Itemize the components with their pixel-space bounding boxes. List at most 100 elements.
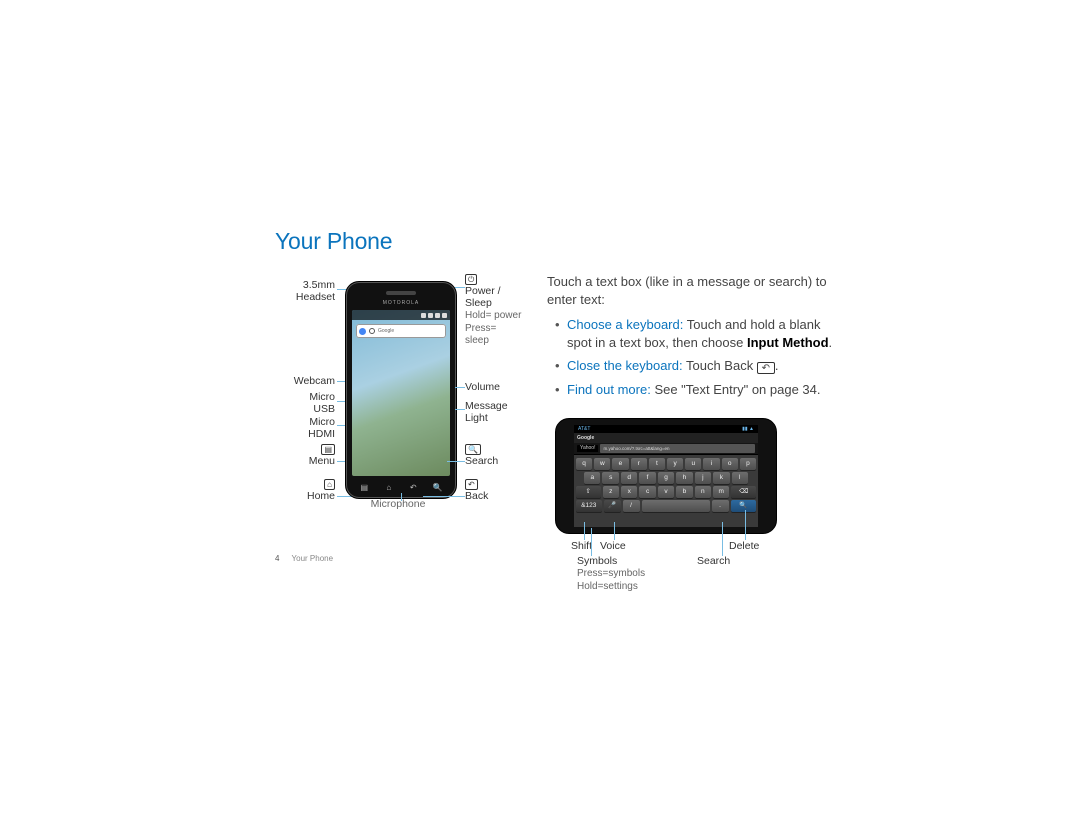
search-icon xyxy=(369,328,375,334)
key-a: a xyxy=(584,472,600,484)
label-search: 🔍 Search xyxy=(465,443,498,467)
kbd-row-2: a s d f g h j k l xyxy=(576,472,756,484)
leader-line xyxy=(722,522,723,556)
phone-earpiece xyxy=(386,291,416,295)
key-d: d xyxy=(621,472,637,484)
leader-line xyxy=(584,522,585,540)
two-column-layout: 3.5mm Headset Webcam Micro USB Micro HDM… xyxy=(275,273,845,588)
label-microphone: Microphone xyxy=(363,498,433,510)
browser-chrome: Google xyxy=(574,433,758,443)
text-column: Touch a text box (like in a message or s… xyxy=(547,273,845,588)
phone-brand: MOTOROLA xyxy=(346,300,456,306)
label-home: ⌂ Home xyxy=(275,478,335,502)
phone-screen-horizontal: AT&T▮▮ ▲ Google Yahoo! m.yahoo.com/?.tsr… xyxy=(574,425,758,527)
klabel-search: Search xyxy=(697,555,730,567)
bullet-choose-keyboard: Choose a keyboard: Touch and hold a blan… xyxy=(557,316,845,351)
label-micro-usb: Micro USB xyxy=(275,391,335,415)
onscreen-keyboard: q w e r t y u i o p xyxy=(574,455,758,527)
klabel-voice: Voice xyxy=(600,540,626,552)
label-message-light: Message Light xyxy=(465,400,508,424)
google-icon xyxy=(359,328,366,335)
search-icon: 🔍 xyxy=(465,444,481,455)
key-c: c xyxy=(639,486,655,498)
kbd-row-3: ⇧ z x c v b n m ⌫ xyxy=(576,486,756,498)
bullet-list: Choose a keyboard: Touch and hold a blan… xyxy=(547,316,845,398)
page-number: 4 xyxy=(275,554,279,563)
key-n: n xyxy=(695,486,711,498)
key-p: p xyxy=(740,458,756,470)
leader-line xyxy=(745,510,746,540)
keyboard-diagram: AT&T▮▮ ▲ Google Yahoo! m.yahoo.com/?.tsr… xyxy=(547,418,785,588)
key-l: l xyxy=(732,472,748,484)
key-shift: ⇧ xyxy=(576,486,601,498)
key-t: t xyxy=(649,458,665,470)
back-icon: ↶ xyxy=(465,479,478,490)
nav-menu-icon: ▤ xyxy=(356,483,372,492)
label-menu: ▤ Menu xyxy=(275,443,335,467)
nav-search-icon: 🔍 xyxy=(430,483,446,492)
key-v: v xyxy=(658,486,674,498)
label-back: ↶ Back xyxy=(465,478,488,502)
label-headset: 3.5mm Headset xyxy=(275,279,335,303)
key-e: e xyxy=(612,458,628,470)
key-slash: / xyxy=(623,500,640,512)
nav-back-icon: ↶ xyxy=(405,483,421,492)
key-symbols: &123 xyxy=(576,500,602,512)
leader-line xyxy=(455,409,465,410)
phone-nav-buttons: ▤ ⌂ ↶ 🔍 xyxy=(352,480,450,494)
key-j: j xyxy=(695,472,711,484)
page-footer: 4 Your Phone xyxy=(275,554,333,563)
intro-text: Touch a text box (like in a message or s… xyxy=(547,273,845,308)
home-icon: ⌂ xyxy=(324,479,335,490)
url-input: m.yahoo.com/?.tsrc=att&lang=en xyxy=(600,444,755,453)
key-w: w xyxy=(594,458,610,470)
leader-line xyxy=(447,461,465,462)
browser-tab: Yahoo! xyxy=(577,445,598,452)
nav-home-icon: ⌂ xyxy=(381,483,397,492)
bullet-close-keyboard: Close the keyboard: Touch Back ↶. xyxy=(557,357,845,375)
power-icon: ⏻ xyxy=(465,274,477,285)
label-webcam: Webcam xyxy=(275,375,335,387)
key-y: y xyxy=(667,458,683,470)
key-mic: 🎤 xyxy=(604,500,621,512)
key-x: x xyxy=(621,486,637,498)
key-space xyxy=(642,500,710,512)
key-q: q xyxy=(576,458,592,470)
klabel-symbols: Symbols Press=symbols Hold=settings xyxy=(577,555,645,592)
menu-icon: ▤ xyxy=(321,444,335,455)
key-m: m xyxy=(713,486,729,498)
key-search: 🔍 xyxy=(731,500,757,512)
key-r: r xyxy=(631,458,647,470)
back-key-icon: ↶ xyxy=(757,362,775,374)
key-i: i xyxy=(703,458,719,470)
manual-page: Your Phone 3.5mm Headset Webcam Micro US… xyxy=(275,228,845,588)
key-g: g xyxy=(658,472,674,484)
key-h: h xyxy=(676,472,692,484)
key-u: u xyxy=(685,458,701,470)
leader-line xyxy=(591,528,592,556)
phone-search-widget: Google xyxy=(356,324,446,338)
key-s: s xyxy=(602,472,618,484)
phone-statusbar xyxy=(352,310,450,320)
leader-line xyxy=(455,287,465,288)
klabel-delete: Delete xyxy=(729,540,759,552)
page-title: Your Phone xyxy=(275,228,845,255)
key-f: f xyxy=(639,472,655,484)
key-dot: . xyxy=(712,500,729,512)
label-power: ⏻ Power / Sleep Hold= power Press= sleep xyxy=(465,273,523,347)
search-placeholder: Google xyxy=(378,328,443,334)
leader-line xyxy=(423,496,465,497)
vertical-phone-diagram: 3.5mm Headset Webcam Micro USB Micro HDM… xyxy=(275,273,523,533)
phone-diagram-column: 3.5mm Headset Webcam Micro USB Micro HDM… xyxy=(275,273,523,588)
leader-line xyxy=(455,387,465,388)
kbd-row-1: q w e r t y u i o p xyxy=(576,458,756,470)
phone-screen: Google xyxy=(352,310,450,476)
bullet-find-out-more: Find out more: See "Text Entry" on page … xyxy=(557,381,845,399)
url-bar-row: Yahoo! m.yahoo.com/?.tsrc=att&lang=en xyxy=(574,443,758,455)
footer-section: Your Phone xyxy=(292,554,334,563)
google-logo: Google xyxy=(577,435,594,442)
leader-line xyxy=(614,522,615,540)
klabel-shift: Shift xyxy=(571,540,592,552)
key-o: o xyxy=(722,458,738,470)
label-micro-hdmi: Micro HDMI xyxy=(275,416,335,440)
